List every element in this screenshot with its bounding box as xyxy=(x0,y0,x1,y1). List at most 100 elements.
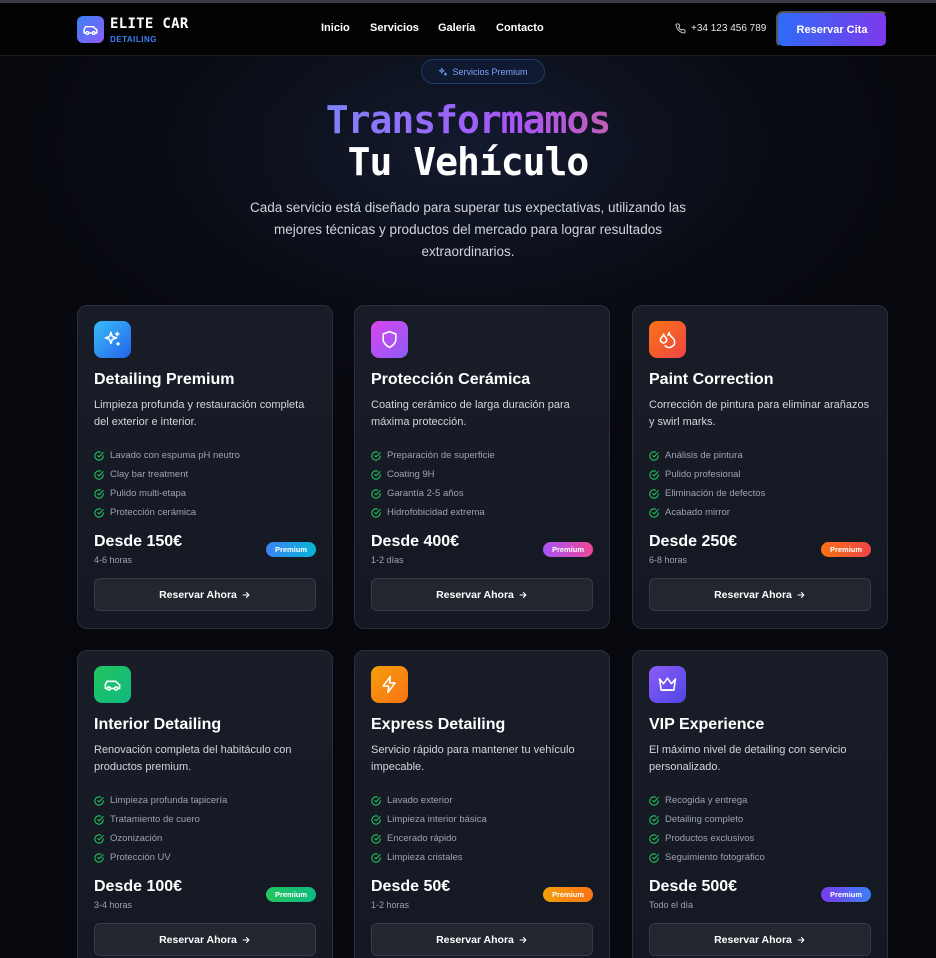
check-circle-icon xyxy=(371,852,381,863)
price: Desde 100€ xyxy=(94,878,183,895)
check-circle-icon xyxy=(649,450,659,461)
book-now-label: Reservar Ahora xyxy=(436,588,514,601)
feature-label: Acabado mirror xyxy=(665,507,730,518)
nav-link-inicio[interactable]: Inicio xyxy=(321,22,350,34)
feature-item: Limpieza interior básica xyxy=(371,810,487,829)
feature-label: Detailing completo xyxy=(665,814,744,825)
check-circle-icon xyxy=(371,507,381,518)
feature-list: Lavado con espuma pH neutro Clay bar trea… xyxy=(94,446,240,522)
check-circle-icon xyxy=(371,814,381,825)
sparkles-icon xyxy=(438,67,448,77)
arrow-right-icon xyxy=(241,935,251,945)
book-now-button[interactable]: Reservar Ahora xyxy=(649,923,871,956)
feature-item: Recogida y entrega xyxy=(649,791,765,810)
premium-badge: Premium xyxy=(821,542,871,557)
book-now-button[interactable]: Reservar Ahora xyxy=(649,578,871,611)
feature-item: Eliminación de defectos xyxy=(649,484,765,503)
sparkles-icon xyxy=(94,321,131,358)
duration: Todo el día xyxy=(649,900,694,910)
price: Desde 250€ xyxy=(649,533,738,550)
brand-tagline: DETAILING xyxy=(110,35,158,44)
lightning-icon xyxy=(371,666,408,703)
service-card: Interior Detailing Renovación completa de… xyxy=(77,650,333,958)
check-circle-icon xyxy=(94,488,104,499)
price: Desde 400€ xyxy=(371,533,460,550)
book-now-label: Reservar Ahora xyxy=(159,933,237,946)
card-title: Express Detailing xyxy=(371,716,506,733)
feature-item: Pulido profesional xyxy=(649,465,765,484)
duration: 6-8 horas xyxy=(649,555,688,565)
premium-badge: Premium xyxy=(266,542,316,557)
check-circle-icon xyxy=(94,814,104,825)
check-circle-icon xyxy=(371,469,381,480)
check-circle-icon xyxy=(371,450,381,461)
feature-label: Productos exclusivos xyxy=(665,833,755,844)
feature-label: Pulido profesional xyxy=(665,469,741,480)
feature-item: Productos exclusivos xyxy=(649,829,765,848)
book-appointment-button[interactable]: Reservar Cita xyxy=(776,11,888,48)
car-icon xyxy=(94,666,131,703)
check-circle-icon xyxy=(649,833,659,844)
card-title: VIP Experience xyxy=(649,716,765,733)
check-circle-icon xyxy=(94,833,104,844)
feature-label: Hidrofobicidad extrema xyxy=(387,507,485,518)
card-description: Renovación completa del habitáculo con p… xyxy=(94,744,292,773)
feature-item: Ozonización xyxy=(94,829,227,848)
service-card: Express Detailing Servicio rápido para ma… xyxy=(354,650,610,958)
premium-badge: Premium xyxy=(266,887,316,902)
service-card: Protección Cerámica Coating cerámico de l… xyxy=(354,305,610,629)
duration: 1-2 días xyxy=(371,555,404,565)
feature-item: Limpieza cristales xyxy=(371,848,487,867)
feature-label: Limpieza profunda tapicería xyxy=(110,795,228,806)
nav-link-galeria[interactable]: Galería xyxy=(438,22,475,34)
feature-label: Encerado rápido xyxy=(387,833,457,844)
check-circle-icon xyxy=(649,507,659,518)
feature-item: Protección cerámica xyxy=(94,503,240,522)
feature-item: Seguimiento fotográfico xyxy=(649,848,765,867)
feature-label: Lavado exterior xyxy=(387,795,453,806)
feature-item: Coating 9H xyxy=(371,465,495,484)
check-circle-icon xyxy=(94,450,104,461)
feature-label: Ozonización xyxy=(110,833,163,844)
premium-services-pill: Servicios Premium xyxy=(421,59,545,84)
book-now-button[interactable]: Reservar Ahora xyxy=(94,923,316,956)
card-description: Corrección de pintura para eliminar arañ… xyxy=(649,399,870,428)
service-card: Detailing Premium Limpieza profunda y res… xyxy=(77,305,333,629)
service-card: VIP Experience El máximo nivel de detaili… xyxy=(632,650,888,958)
card-title: Protección Cerámica xyxy=(371,371,531,388)
nav-link-servicios[interactable]: Servicios xyxy=(370,22,419,34)
check-circle-icon xyxy=(371,488,381,499)
card-title: Interior Detailing xyxy=(94,716,222,733)
book-now-button[interactable]: Reservar Ahora xyxy=(94,578,316,611)
hero-description: Cada servicio está diseñado para superar… xyxy=(250,200,686,259)
feature-label: Limpieza cristales xyxy=(387,852,463,863)
phone-icon xyxy=(675,23,686,34)
feature-label: Seguimiento fotográfico xyxy=(665,852,765,863)
book-now-button[interactable]: Reservar Ahora xyxy=(371,923,593,956)
arrow-right-icon xyxy=(518,590,528,600)
duration: 3-4 horas xyxy=(94,900,133,910)
feature-item: Clay bar treatment xyxy=(94,465,240,484)
feature-list: Análisis de pintura Pulido profesional Eli… xyxy=(649,446,765,522)
navbar: ELITE CAR DETAILING Inicio Servicios Gal… xyxy=(0,3,936,56)
book-now-label: Reservar Ahora xyxy=(714,933,792,946)
feature-item: Pulido multi-etapa xyxy=(94,484,240,503)
feature-label: Limpieza interior básica xyxy=(387,814,487,825)
feature-list: Recogida y entrega Detailing completo Prod… xyxy=(649,791,765,867)
feature-label: Recogida y entrega xyxy=(665,795,748,806)
pill-label: Servicios Premium xyxy=(452,66,528,77)
feature-label: Protección UV xyxy=(110,852,171,863)
card-description: Servicio rápido para mantener tu vehícul… xyxy=(371,744,575,773)
price: Desde 500€ xyxy=(649,878,738,895)
feature-item: Detailing completo xyxy=(649,810,765,829)
premium-badge: Premium xyxy=(543,887,593,902)
book-now-button[interactable]: Reservar Ahora xyxy=(371,578,593,611)
card-description: El máximo nivel de detailing con servici… xyxy=(649,744,847,773)
nav-link-contacto[interactable]: Contacto xyxy=(496,22,544,34)
arrow-right-icon xyxy=(796,590,806,600)
phone-contact[interactable]: +34 123 456 789 xyxy=(675,23,766,34)
arrow-right-icon xyxy=(518,935,528,945)
feature-label: Pulido multi-etapa xyxy=(110,488,187,499)
feature-item: Protección UV xyxy=(94,848,227,867)
feature-label: Eliminación de defectos xyxy=(665,488,766,499)
